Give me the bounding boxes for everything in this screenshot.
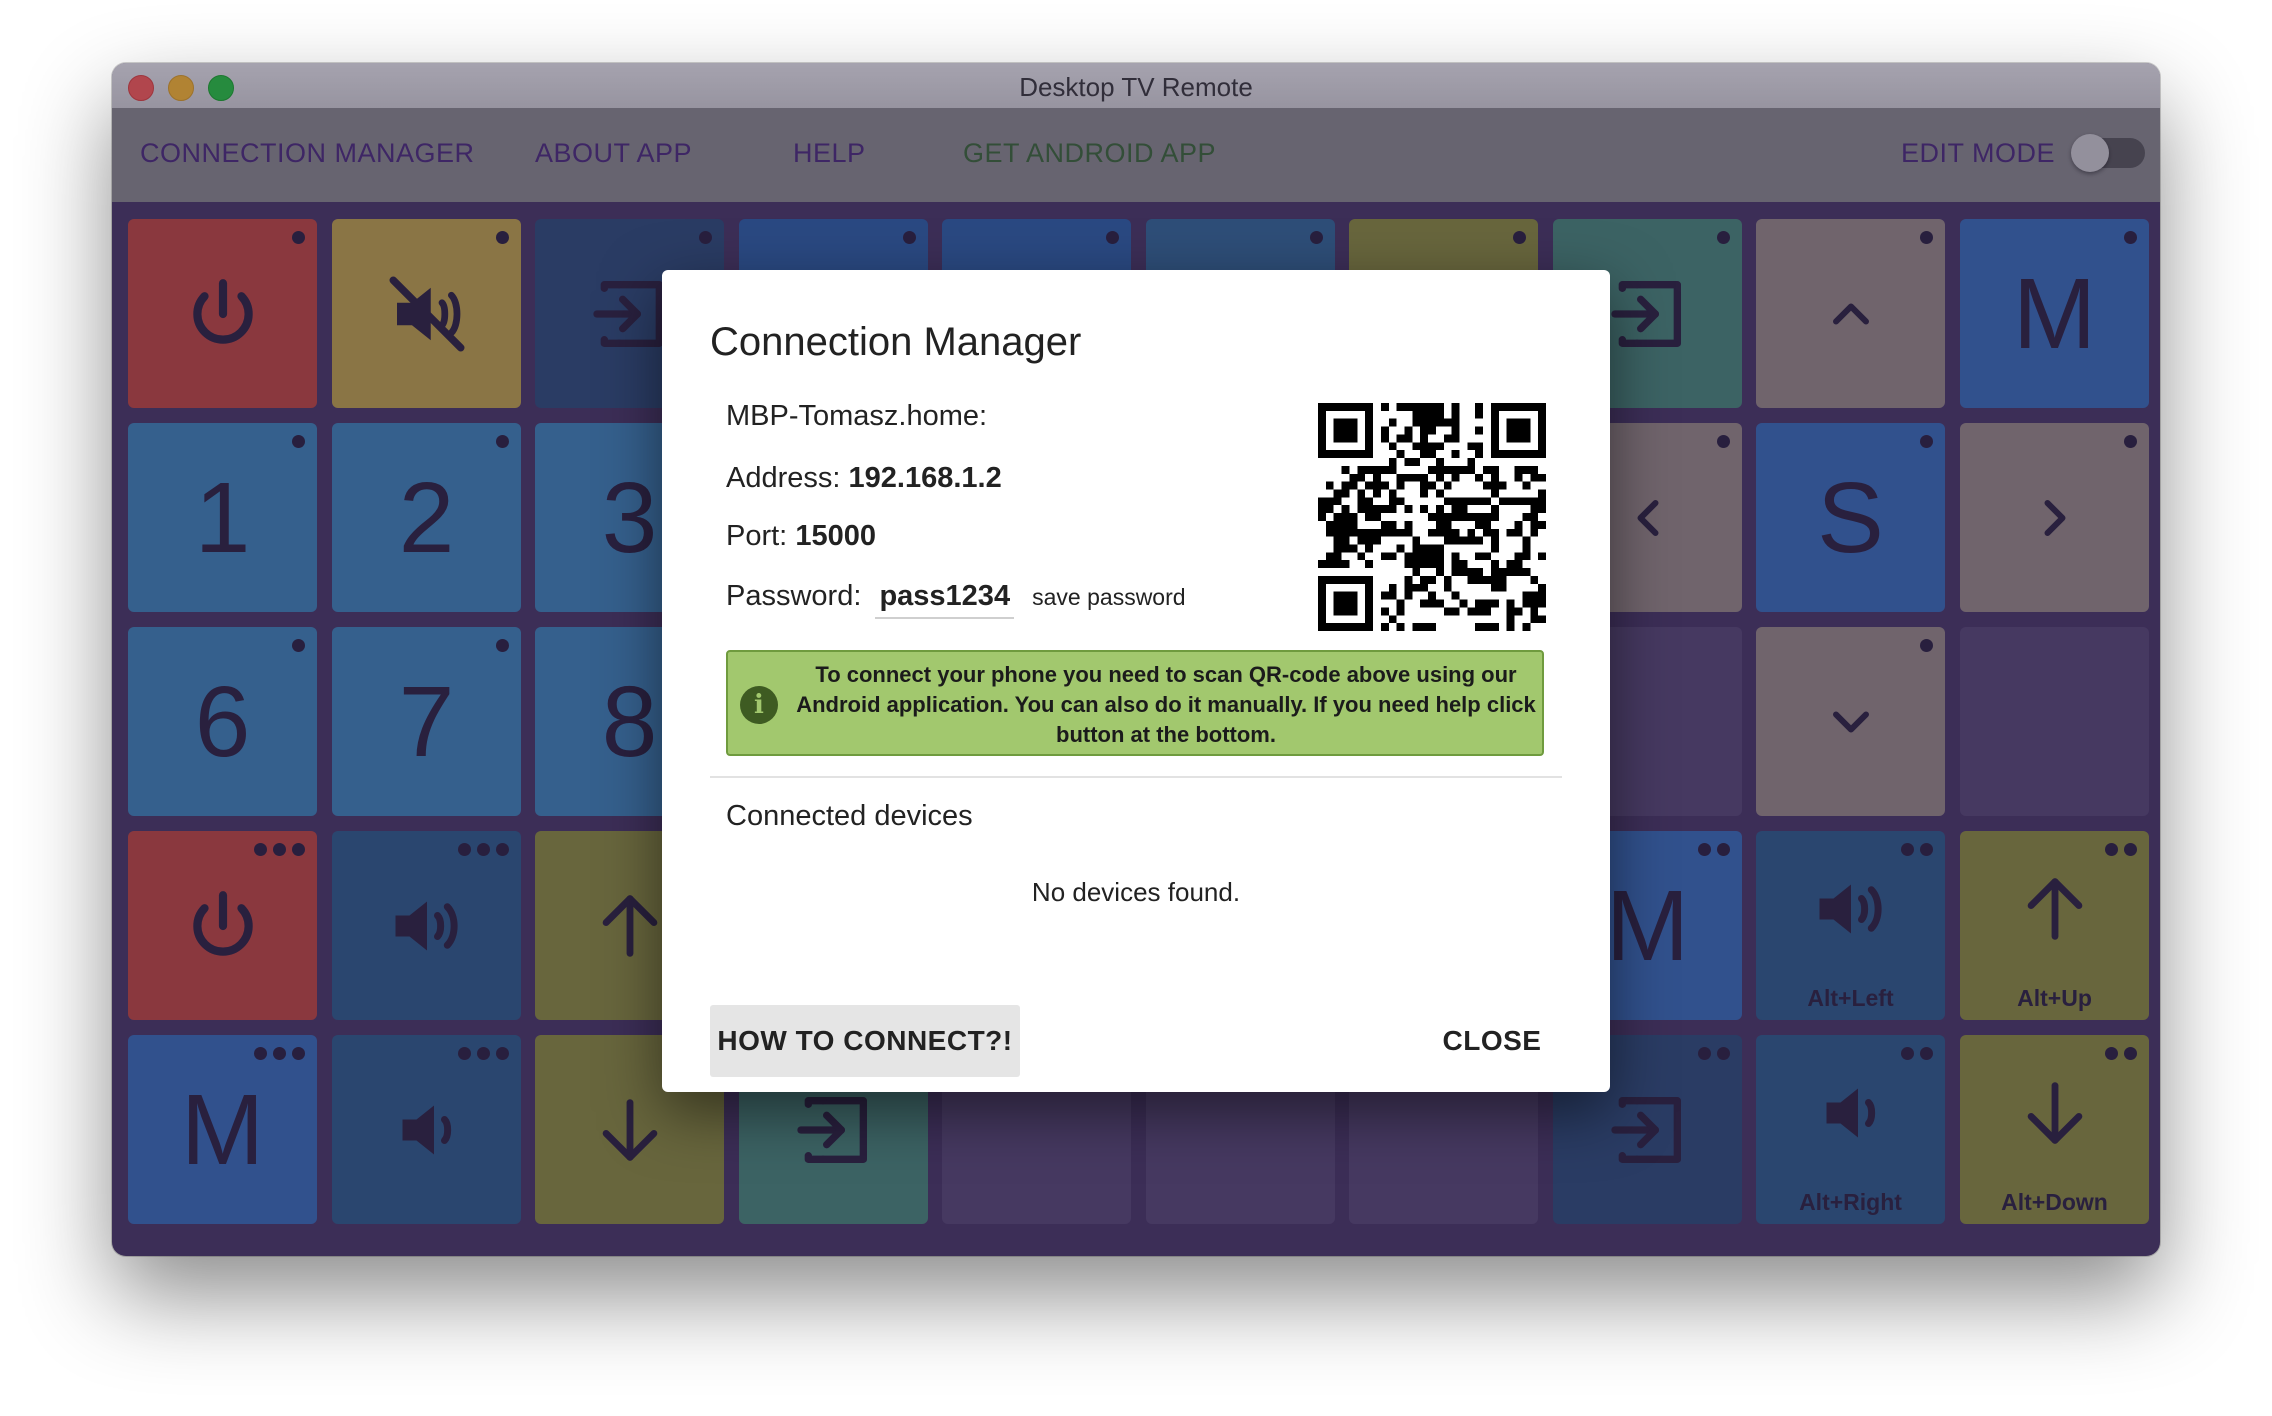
password-label: Password: [726, 580, 862, 612]
divider [710, 776, 1562, 778]
port-value: 15000 [795, 520, 876, 552]
password-field[interactable]: pass1234 [875, 580, 1015, 619]
host-name: MBP-Tomasz.home: [726, 400, 988, 432]
port-row: Port: 15000 [726, 520, 876, 553]
address-label: Address: [726, 462, 841, 494]
connected-devices-heading: Connected devices [726, 800, 973, 832]
port-label: Port: [726, 520, 788, 552]
dialog-title: Connection Manager [710, 320, 1082, 364]
how-to-connect-button[interactable]: HOW TO CONNECT?! [710, 1005, 1020, 1077]
qr-code-icon [1318, 403, 1546, 631]
save-password-link[interactable]: save password [1032, 584, 1185, 610]
password-row: Password: pass1234 save password [726, 580, 1186, 619]
connection-manager-dialog: Connection Manager MBP-Tomasz.home: Addr… [662, 270, 1610, 1092]
info-icon: i [740, 686, 778, 724]
close-button[interactable]: CLOSE [1402, 1005, 1582, 1077]
info-alert: i To connect your phone you need to scan… [726, 650, 1544, 756]
address-value: 192.168.1.2 [848, 462, 1002, 494]
no-devices-text: No devices found. [1031, 877, 1241, 907]
info-alert-text: To connect your phone you need to scan Q… [796, 662, 1536, 747]
address-row: Address: 192.168.1.2 [726, 462, 1002, 495]
